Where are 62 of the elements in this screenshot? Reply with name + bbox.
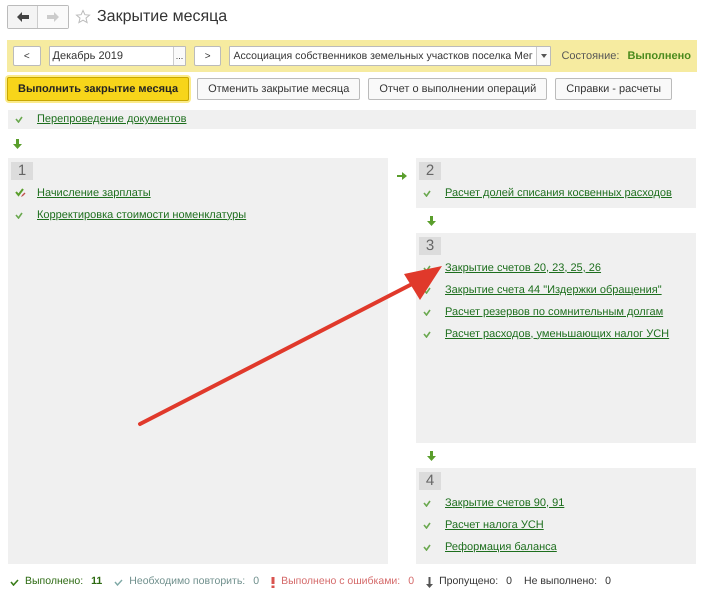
- organization-field[interactable]: Ассоциация собственников земельных участков поселка Мег: [229, 46, 552, 66]
- stage-number: 2: [419, 162, 441, 180]
- operation-link[interactable]: Закрытие счета 44 "Издержки обращения": [445, 282, 662, 298]
- exclamation-icon: [271, 576, 276, 588]
- summary-label: Не выполнено:: [524, 574, 598, 590]
- check-icon: [423, 308, 431, 316]
- operation-link[interactable]: Закрытие счетов 20, 23, 25, 26: [445, 260, 602, 276]
- check-icon: [423, 500, 431, 506]
- summary-count: 0: [408, 574, 414, 590]
- summary-label: Выполнено с ошибками:: [281, 574, 400, 590]
- operation-link[interactable]: Закрытие счетов 90, 91: [445, 494, 564, 512]
- stage-number: 1: [11, 162, 33, 180]
- check-pencil-icon: [15, 188, 26, 198]
- state-label: Состояние:: [561, 48, 620, 64]
- down-arrow-icon: [427, 450, 437, 460]
- period-field[interactable]: Декабрь 2019 ...: [48, 46, 186, 66]
- action-button[interactable]: Отчет о выполнении операций: [368, 78, 548, 100]
- star-icon[interactable]: [75, 9, 91, 25]
- summary-count: 0: [506, 574, 512, 590]
- down-arrow-icon: [426, 576, 434, 588]
- down-arrow-icon: [427, 216, 437, 226]
- check-icon: [423, 286, 431, 294]
- down-arrow-icon: [13, 138, 23, 148]
- summary-count: 0: [253, 574, 260, 590]
- back-arrow-icon: [16, 12, 28, 22]
- check-icon: [423, 544, 431, 550]
- summary-label: Выполнено:: [25, 574, 84, 590]
- operation-link[interactable]: Расчет резервов по сомнительным долгам: [445, 304, 664, 320]
- check-icon: [10, 578, 19, 586]
- summary-count: 11: [91, 574, 102, 590]
- back-button[interactable]: [8, 6, 38, 28]
- period-picker-button[interactable]: ...: [172, 47, 185, 65]
- check-icon: [423, 522, 431, 528]
- stage-number: 4: [419, 472, 441, 490]
- operation-link[interactable]: Расчет долей списания косвенных расходов: [445, 184, 672, 202]
- stage-number: 3: [419, 237, 441, 255]
- operation-link[interactable]: Реформация баланса: [445, 538, 557, 556]
- operation-link[interactable]: Корректировка стоимости номенклатуры: [37, 206, 246, 224]
- check-icon: [114, 578, 124, 586]
- check-icon: [423, 330, 431, 338]
- caret-icon: [540, 54, 547, 58]
- check-icon: [15, 212, 23, 218]
- window-title: Закрытие месяца: [97, 7, 228, 27]
- check-icon: [423, 190, 431, 196]
- dropdown-button[interactable]: [536, 47, 550, 65]
- action-button[interactable]: Отменить закрытие месяца: [197, 78, 360, 100]
- operation-link[interactable]: Начисление зарплаты: [37, 184, 151, 202]
- next-period-button[interactable]: >: [194, 46, 222, 66]
- summary-label: Пропущено:: [439, 574, 498, 590]
- summary-label: Необходимо повторить:: [129, 574, 246, 590]
- action-button[interactable]: Справки - расчеты: [555, 78, 672, 100]
- operation-link[interactable]: Расчет расходов, уменьшающих налог УСН: [445, 326, 670, 342]
- check-icon: [423, 264, 431, 272]
- operation-link[interactable]: Расчет налога УСН: [445, 516, 544, 534]
- check-icon: [15, 116, 23, 123]
- previous-period-button[interactable]: <: [13, 46, 41, 66]
- run-closing-button[interactable]: Выполнить закрытие месяца: [7, 77, 190, 101]
- right-arrow-icon: [397, 172, 407, 182]
- forward-arrow-icon: [47, 12, 59, 22]
- operation-link[interactable]: Перепроведение документов: [37, 111, 186, 128]
- summary-count: 0: [605, 574, 611, 590]
- state-value: Выполнено: [627, 48, 691, 64]
